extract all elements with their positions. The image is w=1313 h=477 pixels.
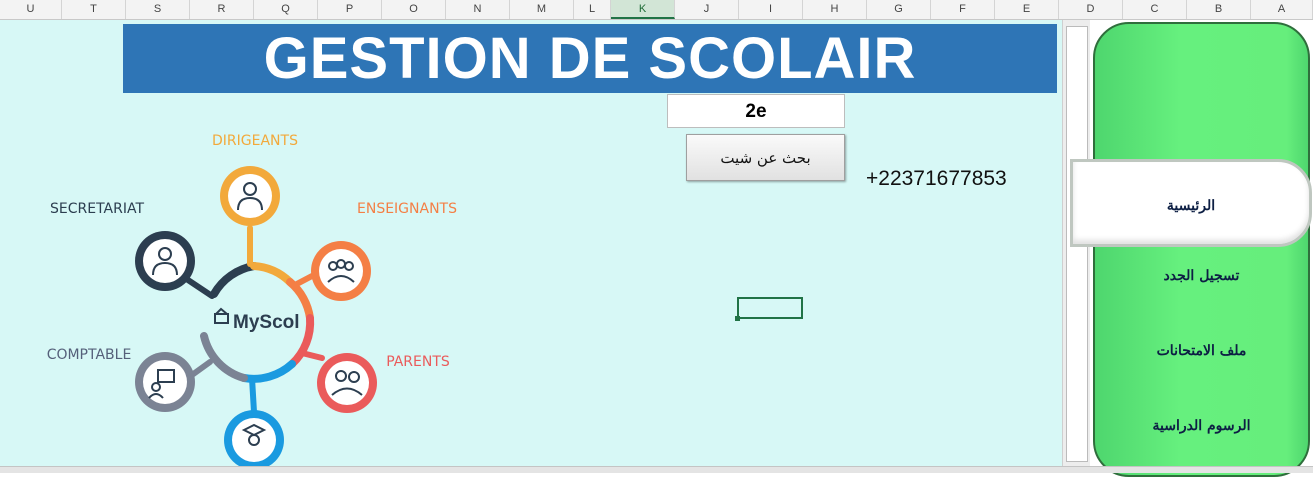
column-header-i[interactable]: I bbox=[739, 0, 803, 19]
nav-item-home[interactable]: الرئيسية bbox=[1070, 159, 1312, 247]
hub-arc-dirigeants bbox=[250, 262, 294, 286]
nav-item-new-registration[interactable]: تسجيل الجدد bbox=[1090, 268, 1313, 284]
column-header-q[interactable]: Q bbox=[254, 0, 318, 19]
node-comptable: COMPTABLE bbox=[47, 347, 195, 412]
selected-cell[interactable] bbox=[735, 297, 803, 321]
nav-panel bbox=[1093, 22, 1310, 477]
node-parents: PARENTS bbox=[317, 353, 450, 413]
node-secretariat: SECRETARIAT bbox=[50, 201, 195, 291]
column-header-c[interactable]: C bbox=[1123, 0, 1187, 19]
search-sheet-button[interactable]: بحث عن شيت bbox=[686, 134, 845, 181]
column-header-t[interactable]: T bbox=[62, 0, 126, 19]
node-label-dirigeants: DIRIGEANTS bbox=[212, 133, 298, 149]
column-header-r[interactable]: R bbox=[190, 0, 254, 19]
column-header-l[interactable]: L bbox=[574, 0, 611, 19]
node-label-comptable: COMPTABLE bbox=[47, 347, 132, 363]
hub-arc-secretariat bbox=[210, 262, 258, 298]
column-header-d[interactable]: D bbox=[1059, 0, 1123, 19]
node-eleves bbox=[224, 410, 284, 466]
column-header-e[interactable]: E bbox=[995, 0, 1059, 19]
column-header-s[interactable]: S bbox=[126, 0, 190, 19]
column-header-m[interactable]: M bbox=[510, 0, 574, 19]
myscol-logo: MyScol bbox=[214, 307, 300, 333]
class-field[interactable]: 2e bbox=[667, 94, 845, 128]
node-label-enseignants: ENSEIGNANTS bbox=[357, 201, 457, 217]
node-label-parents: PARENTS bbox=[386, 354, 450, 370]
node-label-secretariat: SECRETARIAT bbox=[50, 201, 144, 217]
hub-arc-comptable bbox=[200, 332, 248, 382]
column-header-b[interactable]: B bbox=[1187, 0, 1251, 19]
column-header-j[interactable]: J bbox=[675, 0, 739, 19]
phone-number: +22371677853 bbox=[866, 167, 1007, 190]
node-enseignants: ENSEIGNANTS bbox=[311, 201, 457, 301]
column-header-n[interactable]: N bbox=[446, 0, 510, 19]
column-header-u[interactable]: U bbox=[0, 0, 62, 19]
node-dirigeants: DIRIGEANTS bbox=[212, 133, 298, 226]
myscol-roles-diagram: MyScol DIRIGEANTS ENSEIGNANTS PARENTS CO… bbox=[47, 133, 457, 466]
brand-name: MyScol bbox=[233, 312, 300, 333]
column-header-row: U T S R Q P O N M L K J I H G F E D C B … bbox=[0, 0, 1313, 20]
column-header-k[interactable]: K bbox=[611, 0, 675, 19]
column-header-h[interactable]: H bbox=[803, 0, 867, 19]
column-header-g[interactable]: G bbox=[867, 0, 931, 19]
nav-item-exams-file[interactable]: ملف الامتحانات bbox=[1090, 343, 1313, 359]
fill-handle[interactable] bbox=[735, 316, 740, 321]
column-header-p[interactable]: P bbox=[318, 0, 382, 19]
worksheet-area[interactable]: GESTION DE SCOLAIR MyScol DIRIGEANTS ENS… bbox=[0, 20, 1062, 466]
nav-item-school-fees[interactable]: الرسوم الدراسية bbox=[1090, 418, 1313, 434]
column-header-a[interactable]: A bbox=[1251, 0, 1313, 19]
column-header-f[interactable]: F bbox=[931, 0, 995, 19]
column-header-o[interactable]: O bbox=[382, 0, 446, 19]
